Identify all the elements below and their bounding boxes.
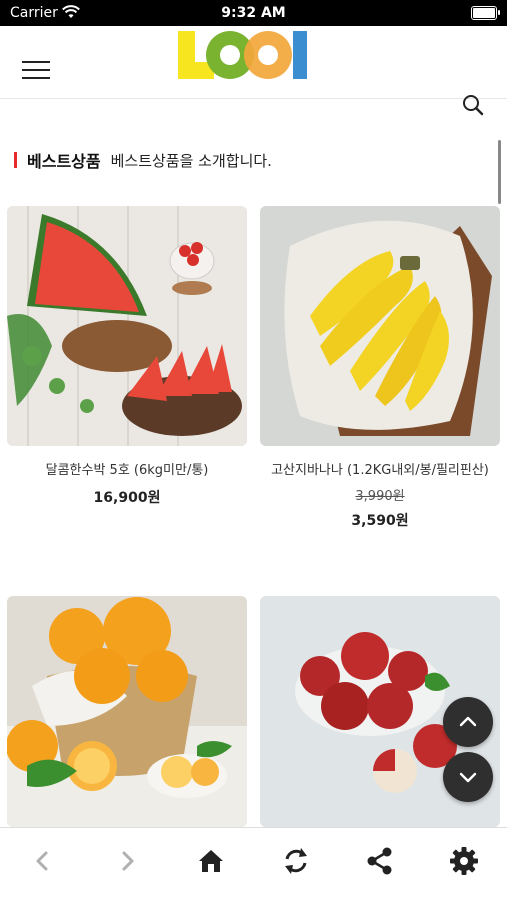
- section-heading: 베스트상품 베스트상품을 소개합니다.: [14, 148, 272, 172]
- product-image-oranges[interactable]: [7, 596, 247, 827]
- product-original-price: 3,990원: [355, 489, 405, 504]
- search-icon[interactable]: [460, 92, 486, 118]
- back-icon[interactable]: [26, 844, 60, 878]
- clock: 9:32 AM: [221, 5, 286, 21]
- menu-icon[interactable]: [22, 61, 50, 83]
- chevron-up-icon: [459, 716, 477, 727]
- status-bar: Carrier 9:32 AM: [0, 0, 507, 26]
- bottom-toolbar: [0, 827, 507, 901]
- product-price: 3,590원: [351, 513, 409, 529]
- share-icon[interactable]: [363, 844, 397, 878]
- scroll-up-button[interactable]: [443, 697, 493, 747]
- product-card[interactable]: 달콤한수박 5호 (6kg미만/통) 16,900원: [7, 206, 247, 507]
- scrollbar[interactable]: [498, 140, 501, 204]
- product-image-watermelon[interactable]: [7, 206, 247, 446]
- chevron-down-icon: [459, 772, 477, 783]
- product-image-banana[interactable]: [260, 206, 500, 446]
- section-title: 베스트상품: [27, 152, 101, 171]
- product-card[interactable]: [7, 596, 247, 827]
- section-accent-bar: [14, 152, 17, 168]
- battery-icon: [471, 6, 500, 20]
- home-icon[interactable]: [194, 844, 228, 878]
- scroll-down-button[interactable]: [443, 752, 493, 802]
- product-price: 16,900원: [93, 490, 161, 506]
- section-subtitle: 베스트상품을 소개합니다.: [110, 151, 272, 170]
- product-name[interactable]: 고산지바나나 (1.2KG내외/봉/필리핀산): [260, 460, 500, 481]
- settings-icon[interactable]: [447, 844, 481, 878]
- refresh-icon[interactable]: [279, 844, 313, 878]
- looi-logo[interactable]: [175, 28, 310, 82]
- forward-icon[interactable]: [110, 844, 144, 878]
- product-name[interactable]: 달콤한수박 5호 (6kg미만/통): [7, 460, 247, 481]
- product-card[interactable]: 고산지바나나 (1.2KG내외/봉/필리핀산) 3,990원 3,590원: [260, 206, 500, 530]
